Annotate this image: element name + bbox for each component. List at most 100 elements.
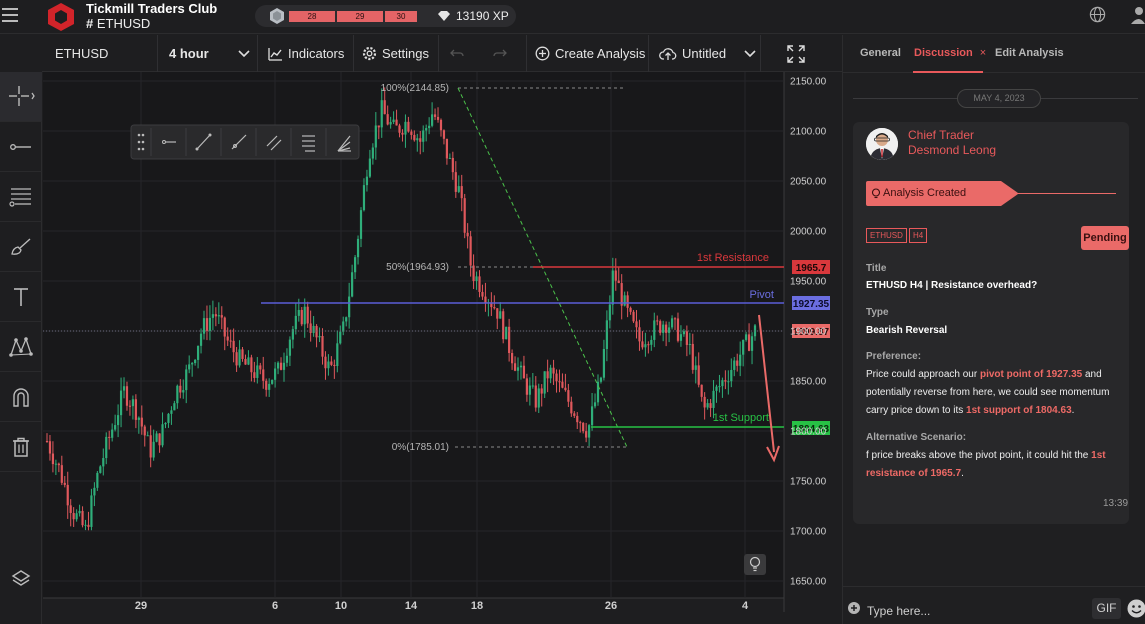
candle-body (297, 309, 300, 316)
candle-body (531, 385, 534, 387)
candle-body (220, 315, 223, 318)
undo-icon (449, 49, 464, 56)
candle-body (63, 482, 66, 485)
candle-body (176, 385, 179, 404)
date-tick-label: 14 (405, 600, 418, 612)
layers-tool[interactable] (0, 554, 42, 604)
fib-tool[interactable] (0, 172, 42, 222)
tab-discussion[interactable]: Discussion × (914, 47, 986, 59)
interval-selector[interactable]: 4 hour (158, 35, 258, 72)
candle-body (582, 422, 585, 432)
text-tool[interactable] (0, 272, 42, 322)
candle-body (703, 396, 706, 408)
active-tab-underline (913, 71, 983, 73)
candle-body (250, 357, 253, 373)
candle-body (336, 343, 339, 366)
hamburger-menu-icon[interactable] (2, 8, 18, 22)
candle-body (57, 463, 60, 466)
author-role: Chief Trader (908, 128, 975, 142)
candle-body (345, 317, 348, 322)
candle-body (706, 403, 709, 408)
price-tick-label: 1750.00 (790, 477, 827, 488)
candle-body (78, 510, 81, 514)
crosshair-icon (9, 85, 35, 106)
text-tool-icon (14, 287, 28, 306)
candle-body (327, 361, 330, 369)
brush-icon (11, 237, 31, 255)
horizontal-line-tool[interactable] (0, 122, 42, 172)
candle-body (114, 425, 117, 430)
candle-body (205, 318, 209, 331)
candle-body (460, 186, 463, 199)
tab-edit-analysis[interactable]: Edit Analysis (995, 47, 1064, 59)
floating-draw-toolbar (130, 124, 360, 160)
gear-icon (362, 46, 377, 61)
chevron-down-icon (238, 50, 250, 58)
candle-body (279, 362, 283, 370)
gif-button[interactable]: GIF (1092, 598, 1121, 619)
candle-body (155, 433, 158, 442)
tab-general[interactable]: General (860, 47, 901, 59)
candle-body (644, 344, 647, 348)
candle-body (72, 512, 75, 520)
author-name[interactable]: Desmond Leong (908, 143, 996, 157)
hint-button[interactable] (744, 554, 766, 575)
magnet-tool[interactable] (0, 372, 42, 422)
candle-body (656, 320, 659, 322)
close-tab-icon[interactable]: × (980, 47, 986, 59)
price-chart[interactable]: 100%(2144.85) 50%(1964.93) 0%(1785.01) 1… (43, 72, 842, 612)
candle-body (365, 176, 369, 186)
candle-body (727, 381, 730, 383)
candle-body (718, 386, 721, 388)
candle-body (167, 413, 170, 423)
candle-body (608, 304, 611, 321)
fullscreen-button[interactable] (761, 35, 836, 72)
redo-icon (493, 49, 507, 56)
candle-body (454, 172, 457, 192)
price-tick-label: 1850.00 (790, 377, 827, 388)
candle-body (99, 466, 102, 473)
candle-body (499, 311, 502, 319)
message-input[interactable] (867, 603, 1082, 619)
candle-body (700, 384, 703, 397)
candle-body (134, 399, 137, 420)
indicators-button[interactable]: Indicators (258, 35, 354, 72)
globe-icon[interactable] (1089, 6, 1106, 23)
candle-body (611, 270, 614, 305)
candle-body (380, 100, 383, 128)
room-name: # ETHUSD (86, 16, 150, 31)
user-icon[interactable] (1130, 6, 1145, 24)
xp-pill: 28 29 30 13190 XP (255, 5, 516, 27)
create-analysis-button[interactable]: Create Analysis (527, 35, 649, 72)
candle-body (410, 131, 413, 135)
settings-button[interactable]: Settings (354, 35, 439, 72)
lightbulb-icon (871, 188, 881, 199)
chevron-down-icon (744, 50, 756, 58)
symbol-selector[interactable]: ETHUSD (42, 35, 158, 72)
avatar[interactable] (866, 128, 898, 160)
candle-body (259, 365, 262, 370)
candle-body (573, 413, 576, 416)
undo-button[interactable] (439, 35, 479, 72)
redo-button[interactable] (479, 35, 527, 72)
candle-body (96, 472, 99, 488)
delete-tool[interactable] (0, 422, 42, 472)
add-attachment-icon[interactable] (848, 602, 860, 614)
candle-body (528, 385, 531, 395)
candle-body (202, 318, 206, 334)
interval-label: 4 hour (169, 46, 209, 61)
candle-body (445, 138, 449, 159)
candle-body (709, 403, 712, 408)
emoji-icon[interactable] (1127, 599, 1145, 618)
untitled-menu[interactable]: Untitled (649, 35, 761, 72)
candle-body (623, 295, 626, 306)
candle-body (303, 306, 306, 325)
candle-body (469, 236, 472, 266)
candle-body (605, 320, 608, 349)
candle-body (244, 358, 247, 365)
pattern-tool[interactable] (0, 322, 42, 372)
brush-tool[interactable] (0, 222, 42, 272)
crosshair-tool[interactable] (0, 72, 42, 122)
candle-body (90, 495, 93, 527)
price-tick-label: 1900.00 (790, 327, 827, 338)
